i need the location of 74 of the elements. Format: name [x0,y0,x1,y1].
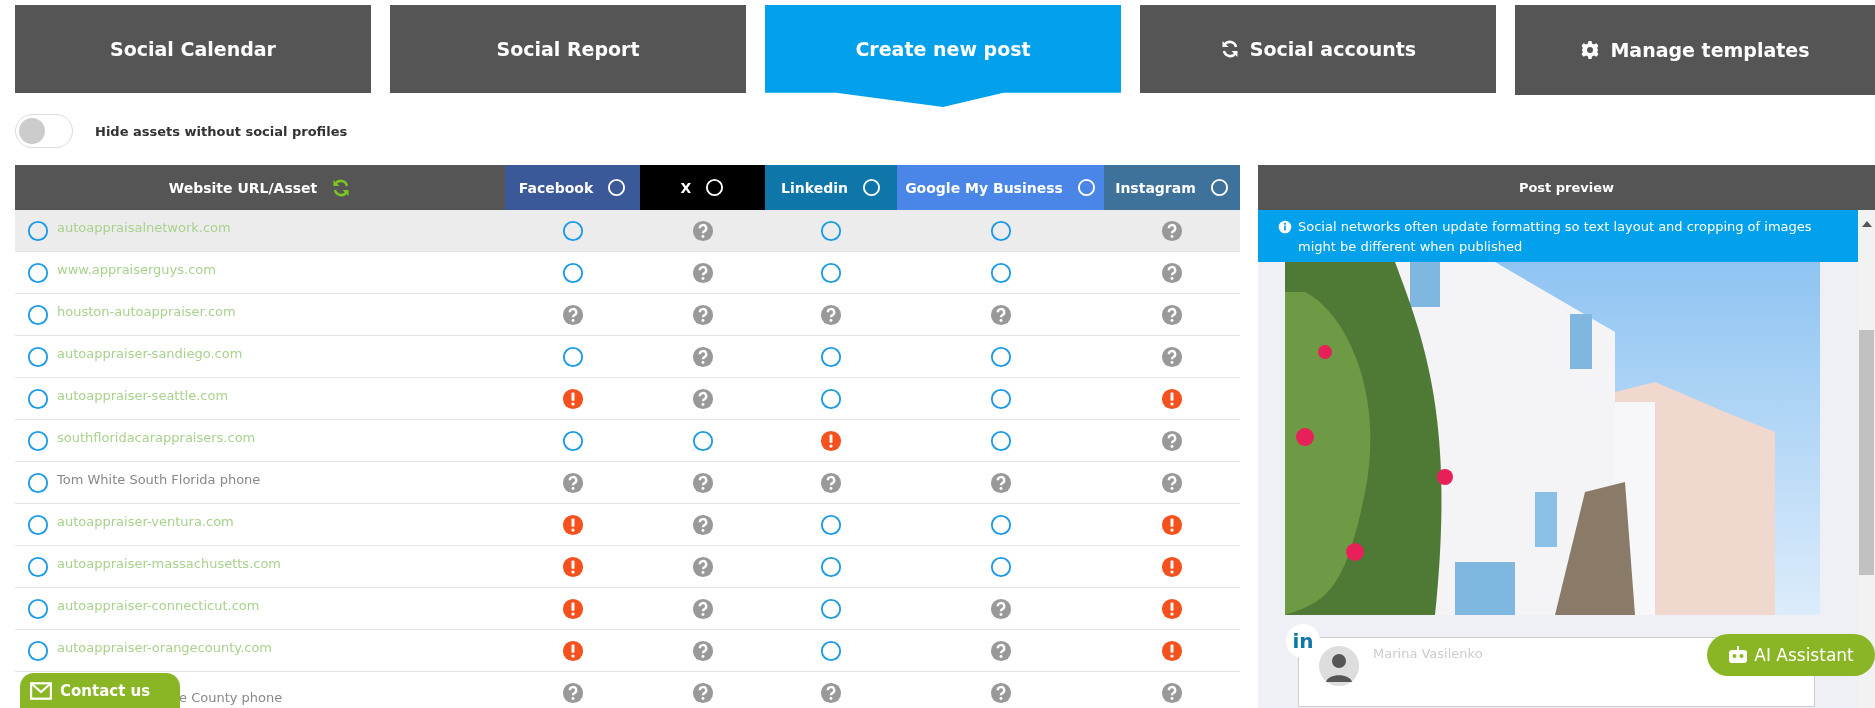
asset-name: southfloridacarappraisers.com [57,430,256,445]
select-circle-icon[interactable] [820,513,842,536]
toggle-label: Hide assets without social profiles [95,123,348,139]
asset-name: www.appraiserguys.com [57,262,216,277]
nav-tab[interactable]: Create new post [765,5,1121,107]
select-circle-icon[interactable] [820,639,842,662]
select-circle-icon[interactable] [27,597,49,620]
select-circle-icon[interactable] [820,261,842,284]
select-all-circle-icon [861,178,881,197]
select-all-circle-icon [1076,178,1096,197]
select-circle-icon[interactable] [27,261,49,284]
select-circle-icon[interactable] [820,345,842,368]
asset-name: autoappraiser-orangecounty.com [57,640,273,655]
asset-name: autoappraiser-connecticut.com [57,598,260,613]
panel-header: Post preview [1258,165,1875,210]
nav-tab[interactable]: Social accounts [1140,5,1496,93]
network-column-header[interactable]: Google My Business [897,165,1104,210]
asset-name: autoappraiser-ventura.com [57,514,234,529]
ai-assistant-button[interactable]: AI Assistant [1707,634,1875,676]
select-circle-icon[interactable] [27,429,49,452]
asset-name: autoappraiser-sandiego.com [57,346,243,361]
network-column-header[interactable]: Facebook [505,165,640,210]
info-icon [1278,220,1292,234]
asset-row[interactable]: autoappraisalnetwork.com [15,210,1240,252]
select-circle-icon[interactable] [561,261,584,284]
select-circle-icon[interactable] [27,639,49,662]
select-circle-icon[interactable] [989,555,1012,578]
linkedin-badge: in [1286,624,1320,658]
select-circle-icon[interactable] [27,555,49,578]
toggle-switch[interactable] [15,114,73,148]
select-circle-icon[interactable] [27,513,49,536]
select-circle-icon[interactable] [27,345,49,368]
nav-tab[interactable]: Social Report [390,5,746,93]
nav-tab[interactable]: Manage templates [1515,5,1875,95]
select-circle-icon[interactable] [27,387,49,410]
select-circle-icon[interactable] [989,345,1012,368]
select-circle-icon[interactable] [820,597,842,620]
select-circle-icon[interactable] [989,219,1012,242]
network-column-header[interactable]: X [640,165,765,210]
select-circle-icon[interactable] [27,471,49,494]
scrollbar[interactable] [1858,210,1875,708]
asset-name: e County phone [179,690,283,705]
network-column-header[interactable]: Instagram [1104,165,1240,210]
select-circle-icon[interactable] [989,387,1012,410]
select-circle-icon[interactable] [27,303,49,326]
column-title: Website URL/Asset [168,179,318,196]
select-circle-icon[interactable] [989,429,1012,452]
select-all-circle-icon [607,178,627,197]
asset-name: autoappraisalnetwork.com [57,220,231,235]
select-circle-icon[interactable] [561,345,584,368]
select-circle-icon[interactable] [820,219,842,242]
asset-name: houston-autoappraiser.com [57,304,236,319]
select-circle-icon[interactable] [989,513,1012,536]
select-circle-icon[interactable] [820,555,842,578]
select-circle-icon[interactable] [27,219,49,242]
gear-icon [1580,40,1601,60]
asset-name: autoappraiser-seattle.com [57,388,229,403]
notice-text: Social networks often update formatting so text layout and cropping of images might be different when published [1298,218,1813,256]
select-circle-icon[interactable] [691,429,714,452]
select-circle-icon[interactable] [820,387,842,410]
avatar-icon [1319,646,1359,686]
select-all-circle-icon [705,178,725,197]
select-circle-icon[interactable] [561,429,584,452]
asset-name: autoappraiser-massachusetts.com [57,556,282,571]
contact-button[interactable]: Contact us [20,673,180,708]
envelope-icon [30,682,52,700]
network-column-header[interactable]: Linkedin [765,165,897,210]
select-circle-icon[interactable] [561,219,584,242]
select-circle-icon[interactable] [989,261,1012,284]
select-all-circle-icon [1209,178,1229,197]
asset-name: Tom White South Florida phone [57,472,261,487]
nav-tab[interactable]: Social Calendar [15,5,371,93]
refresh-icon[interactable] [331,177,352,198]
robot-icon [1728,646,1749,664]
